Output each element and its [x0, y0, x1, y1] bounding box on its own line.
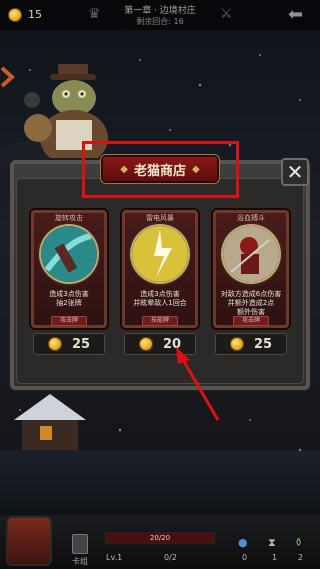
gold-coin-icon: [138, 337, 153, 351]
buy-price-button[interactable]: 25: [33, 333, 105, 355]
back-arrow-icon[interactable]: ⬅: [288, 4, 303, 25]
level-value: Lv.1: [106, 553, 123, 562]
stat-value: 0: [242, 553, 248, 562]
close-button[interactable]: ✕: [281, 158, 309, 186]
sword-icon: ⚔: [220, 6, 233, 22]
chapter-title: 第一章 · 边境村庄: [124, 6, 196, 16]
card-description: 造成3点伤害 抽2张牌: [49, 290, 89, 307]
hp-value: 20/20: [149, 534, 171, 542]
hero-portrait[interactable]: [8, 518, 50, 564]
mana-drop-icon: ●: [238, 536, 248, 549]
side-chevron-icon[interactable]: [0, 62, 16, 92]
xp-value: 0/2: [164, 553, 177, 562]
card-type-tag: 攻击牌: [51, 316, 87, 326]
gold-coin-icon: [8, 8, 22, 22]
gold-coin-icon: [229, 337, 244, 351]
stat-value: 1: [272, 553, 278, 562]
deck-label: 卡组: [72, 557, 88, 566]
card-description: 造成3点伤害 并眩晕敌人1回合: [133, 290, 187, 307]
lightning-art-icon: [132, 226, 188, 282]
card-description: 对敌方造成6点伤害 并额外造成2点 额外伤害: [220, 290, 282, 316]
card-type-tag: 攻击牌: [233, 316, 269, 326]
card-name: 浴血搏斗: [237, 214, 265, 222]
snowy-hut: [14, 394, 86, 450]
stat-value: 2: [298, 553, 304, 562]
card-name: 雷电风暴: [146, 214, 174, 222]
card-name: 旋转攻击: [55, 214, 83, 222]
crown-icon: ♛: [88, 6, 101, 22]
gold-coin-icon: [47, 337, 62, 351]
card-type-tag: 技能牌: [142, 316, 178, 326]
potion-icon: ⚱: [294, 536, 304, 549]
price-value: 20: [162, 336, 182, 352]
buy-price-button[interactable]: 25: [215, 333, 287, 355]
deck-icon[interactable]: [72, 534, 88, 554]
price-value: 25: [71, 336, 91, 352]
gold-count: 15: [28, 8, 42, 21]
fighter-art-icon: [223, 226, 279, 282]
buy-price-button[interactable]: 20: [124, 333, 196, 355]
price-value: 25: [253, 336, 273, 352]
highlight-annotation-box: [82, 141, 239, 198]
remaining-turns: 剩余回合: 16: [136, 17, 184, 26]
blade-art-icon: [41, 226, 97, 282]
hourglass-icon: ⧗: [268, 536, 276, 549]
